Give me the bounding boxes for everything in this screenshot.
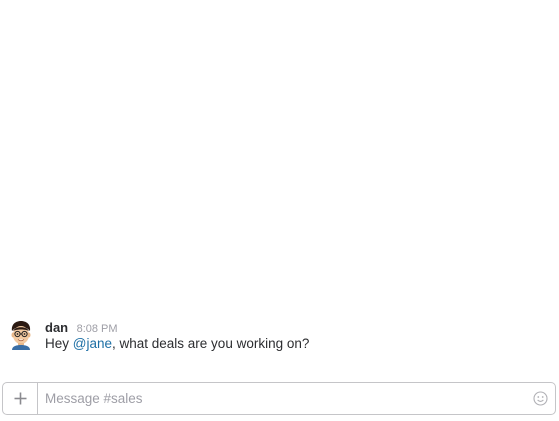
message-timestamp[interactable]: 8:08 PM	[77, 323, 118, 335]
author-name[interactable]: dan	[45, 320, 68, 335]
message-item: dan 8:08 PM Hey @jane, what deals are yo…	[0, 314, 559, 362]
message-composer	[2, 382, 556, 415]
message-text-prefix: Hey	[45, 336, 73, 351]
plus-icon	[14, 392, 26, 405]
message-header: dan 8:08 PM	[45, 319, 118, 337]
chat-window: dan 8:08 PM Hey @jane, what deals are yo…	[0, 0, 559, 421]
smiley-icon[interactable]	[533, 391, 548, 406]
attach-button[interactable]	[3, 383, 38, 414]
message-text-suffix: , what deals are you working on?	[112, 336, 310, 351]
user-mention[interactable]: @jane	[73, 336, 112, 351]
avatar[interactable]	[9, 320, 33, 350]
message-input[interactable]	[45, 383, 515, 414]
message-text: Hey @jane, what deals are you working on…	[45, 336, 309, 351]
